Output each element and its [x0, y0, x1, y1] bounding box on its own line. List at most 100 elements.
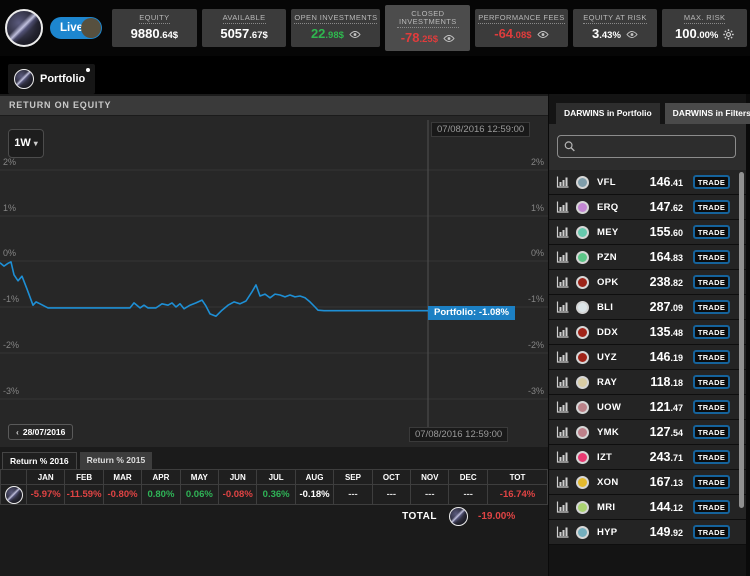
darwin-row-izt[interactable]: IZT243.71TRADE [549, 445, 746, 470]
mini-chart-icon[interactable] [556, 401, 569, 413]
mini-chart-icon[interactable] [556, 176, 569, 188]
trade-button[interactable]: TRADE [693, 200, 730, 214]
month-header: MAR [103, 470, 141, 485]
trade-button[interactable]: TRADE [693, 450, 730, 464]
trade-button[interactable]: TRADE [693, 300, 730, 314]
mini-chart-icon[interactable] [556, 326, 569, 338]
trade-button[interactable]: TRADE [693, 350, 730, 364]
darwin-row-uow[interactable]: UOW121.47TRADE [549, 395, 746, 420]
bar-chart-icon [556, 526, 569, 538]
trade-button[interactable]: TRADE [693, 275, 730, 289]
gear-icon[interactable] [723, 29, 734, 40]
search-box[interactable] [557, 135, 736, 158]
list-scrollbar[interactable] [739, 172, 744, 508]
chart-canvas[interactable] [0, 116, 548, 447]
live-toggle[interactable]: Live [50, 17, 102, 39]
trade-button[interactable]: TRADE [693, 375, 730, 389]
month-header: APR [142, 470, 180, 485]
stat-value: 22.98$ [311, 27, 361, 42]
darwin-price: 146.41 [639, 175, 693, 189]
darwin-row-pzn[interactable]: PZN164.83TRADE [549, 245, 746, 270]
darwin-color-dot [576, 201, 589, 214]
darwin-price: 144.12 [639, 500, 693, 514]
darwin-row-hyp[interactable]: HYP149.92TRADE [549, 520, 746, 545]
bar-chart-icon [556, 326, 569, 338]
tab-darwins-in-portfolio[interactable]: DARWINS in Portfolio [556, 103, 660, 124]
trade-button[interactable]: TRADE [693, 325, 730, 339]
main-panel: RETURN ON EQUITY 2%2%1%1%0%0%-1%-1%-2%-2… [0, 94, 548, 576]
mini-chart-icon[interactable] [556, 501, 569, 513]
stat-open-investments: OPEN INVESTMENTS22.98$ [291, 9, 380, 47]
top-bar: Live EQUITY9880.64$AVAILABLE5057.67$OPEN… [0, 0, 750, 56]
mini-chart-icon[interactable] [556, 301, 569, 313]
tab-portfolio[interactable]: Portfolio [8, 64, 95, 94]
darwin-ticker: RAY [597, 377, 639, 388]
y-axis-label: 1% [3, 203, 16, 213]
eye-icon[interactable] [537, 30, 549, 39]
darwin-row-ray[interactable]: RAY118.18TRADE [549, 370, 746, 395]
mini-chart-icon[interactable] [556, 201, 569, 213]
darwin-row-ymk[interactable]: YMK127.54TRADE [549, 420, 746, 445]
total-value: -19.00% [478, 511, 515, 522]
stat-label: EQUITY AT RISK [583, 14, 647, 24]
user-avatar[interactable] [5, 9, 43, 47]
trade-button[interactable]: TRADE [693, 475, 730, 489]
mini-chart-icon[interactable] [556, 476, 569, 488]
darwin-row-vfl[interactable]: VFL146.41TRADE [549, 170, 746, 195]
darwin-color-dot [576, 351, 589, 364]
stat-label: CLOSED INVESTMENTS [397, 10, 459, 28]
bar-chart-icon [556, 226, 569, 238]
darwin-row-erq[interactable]: ERQ147.62TRADE [549, 195, 746, 220]
month-header: AUG [295, 470, 333, 485]
tab-return-2016[interactable]: Return % 2016 [2, 452, 77, 469]
stat-value: -78.25$ [401, 31, 455, 46]
trade-button[interactable]: TRADE [693, 250, 730, 264]
y-axis-label: -1% [3, 294, 19, 304]
bar-chart-icon [556, 176, 569, 188]
darwin-row-opk[interactable]: OPK238.82TRADE [549, 270, 746, 295]
timeframe-dropdown[interactable]: 1W ▾ [8, 129, 44, 158]
month-value: -0.80% [103, 485, 141, 505]
trade-button[interactable]: TRADE [693, 400, 730, 414]
darwin-ticker: YMK [597, 427, 639, 438]
trade-button[interactable]: TRADE [693, 500, 730, 514]
trade-button[interactable]: TRADE [693, 425, 730, 439]
darwin-price: 147.62 [639, 200, 693, 214]
eye-icon[interactable] [626, 30, 638, 39]
mini-chart-icon[interactable] [556, 251, 569, 263]
mini-chart-icon[interactable] [556, 351, 569, 363]
tab-return-2015[interactable]: Return % 2015 [80, 452, 153, 469]
prev-date-button[interactable]: ‹28/07/2016 [8, 424, 73, 440]
tab-darwins-in-filters[interactable]: DARWINS in Filters [665, 103, 750, 124]
trade-button[interactable]: TRADE [693, 225, 730, 239]
mini-chart-icon[interactable] [556, 376, 569, 388]
portfolio-tab-label: Portfolio [40, 73, 85, 85]
mini-chart-icon[interactable] [556, 526, 569, 538]
mini-chart-icon[interactable] [556, 226, 569, 238]
stat-value: 3.43% [592, 27, 638, 42]
mini-chart-icon[interactable] [556, 276, 569, 288]
bar-chart-icon [556, 376, 569, 388]
darwin-row-ddx[interactable]: DDX135.48TRADE [549, 320, 746, 345]
trade-button[interactable]: TRADE [693, 175, 730, 189]
darwin-row-bli[interactable]: BLI287.09TRADE [549, 295, 746, 320]
eye-icon[interactable] [443, 34, 455, 43]
month-value: -11.59% [65, 485, 103, 505]
bar-chart-icon [556, 401, 569, 413]
mini-chart-icon[interactable] [556, 426, 569, 438]
darwin-ticker: XON [597, 477, 639, 488]
trade-button[interactable]: TRADE [693, 525, 730, 539]
mini-chart-icon[interactable] [556, 451, 569, 463]
search-input[interactable] [580, 140, 735, 153]
return-on-equity-chart[interactable]: 2%2%1%1%0%0%-1%-1%-2%-2%-3%-3% 1W ▾ 07/0… [0, 116, 548, 447]
y-axis-label: -1% [528, 294, 544, 304]
darwin-row-uyz[interactable]: UYZ146.19TRADE [549, 345, 746, 370]
eye-icon[interactable] [349, 30, 361, 39]
live-toggle-knob[interactable] [81, 18, 101, 38]
darwin-color-dot [576, 326, 589, 339]
stat-label: MAX. RISK [684, 14, 726, 24]
darwin-row-mri[interactable]: MRI144.12TRADE [549, 495, 746, 520]
darwin-row-mey[interactable]: MEY155.60TRADE [549, 220, 746, 245]
darwin-row-xon[interactable]: XON167.13TRADE [549, 470, 746, 495]
darwin-color-dot [576, 451, 589, 464]
